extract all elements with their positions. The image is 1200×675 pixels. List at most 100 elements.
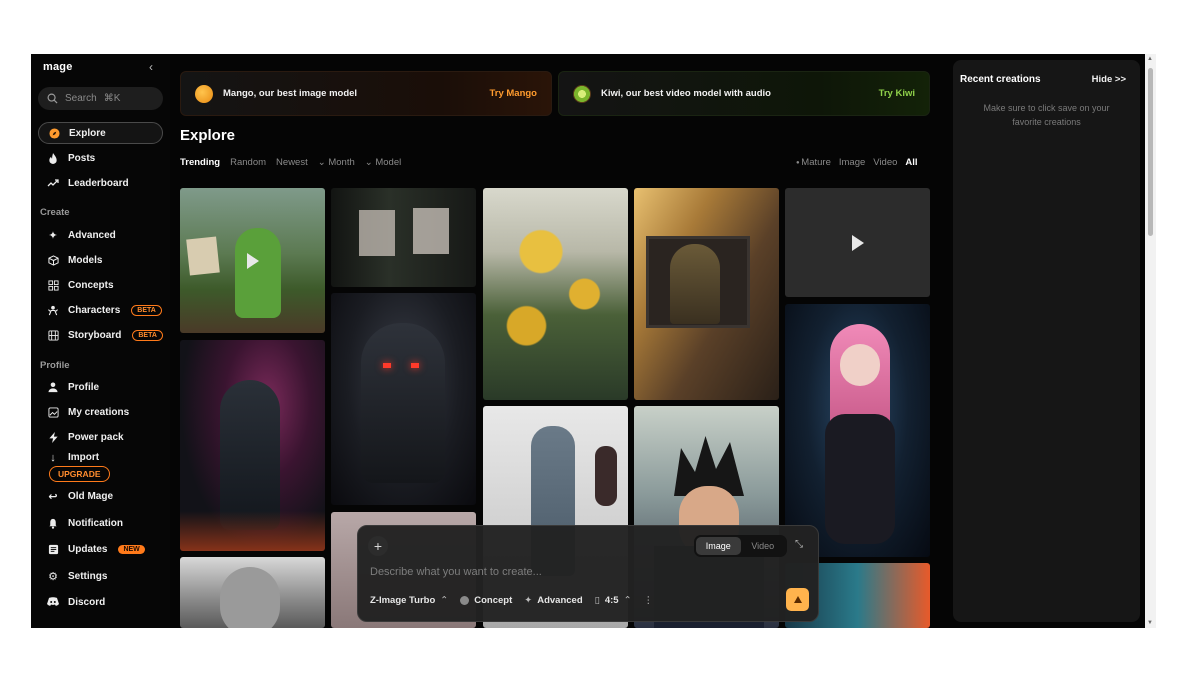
scrollbar-thumb[interactable]	[1148, 68, 1153, 236]
more-options-icon[interactable]: ⋮	[644, 595, 654, 606]
sidebar-item-storyboard[interactable]: Storyboard BETA	[38, 324, 163, 346]
trending-icon	[47, 177, 59, 189]
month-dropdown[interactable]: Month	[318, 157, 354, 168]
sidebar-item-profile[interactable]: Profile	[38, 376, 163, 398]
sidebar-item-power-pack[interactable]: Power pack	[38, 426, 163, 448]
mango-banner[interactable]: Mango, our best image model Try Mango	[180, 71, 552, 116]
download-icon: ↓	[50, 452, 56, 464]
feed-tile[interactable]	[634, 188, 779, 400]
feed-tile[interactable]	[483, 188, 628, 400]
sidebar-item-label: Notification	[68, 517, 123, 529]
sidebar-item-old-mage[interactable]: ↩ Old Mage	[38, 485, 163, 507]
sidebar-item-label: Import	[68, 452, 100, 463]
scrollbar[interactable]: ▲ ▼	[1145, 54, 1156, 628]
concept-button[interactable]: Concept	[460, 595, 512, 606]
sidebar-item-advanced[interactable]: ✦ Advanced	[38, 224, 163, 246]
app-window: mage ‹ Search ⌘K Explore Posts Leaderboa…	[31, 54, 1156, 628]
feed-tile[interactable]	[785, 188, 930, 297]
back-icon: ↩	[48, 490, 58, 503]
sidebar-item-my-creations[interactable]: My creations	[38, 401, 163, 423]
send-button[interactable]	[786, 588, 809, 611]
feed-tile[interactable]	[180, 340, 325, 551]
sidebar-item-discord[interactable]: Discord	[38, 591, 163, 613]
filter-image[interactable]: Image	[839, 157, 865, 168]
characters-icon	[47, 304, 59, 316]
sidebar-item-explore[interactable]: Explore	[38, 122, 163, 144]
list-icon	[47, 543, 59, 555]
model-selector[interactable]: Z-Image Turbo ⌃	[370, 595, 448, 606]
sidebar-item-concepts[interactable]: Concepts	[38, 274, 163, 296]
media-filters: Mature Image Video All	[796, 157, 917, 168]
discord-icon	[47, 596, 59, 608]
sidebar-item-notification[interactable]: Notification	[38, 512, 163, 534]
kiwi-banner[interactable]: Kiwi, our best video model with audio Tr…	[558, 71, 930, 116]
sidebar-item-label: My creations	[68, 406, 130, 418]
sidebar-item-label: Concepts	[68, 279, 114, 291]
tab-trending[interactable]: Trending	[180, 157, 220, 168]
sparkle-icon: ✦	[524, 595, 533, 606]
sidebar-item-characters[interactable]: Characters BETA	[38, 299, 163, 321]
aspect-ratio-selector[interactable]: ▯ 4:5 ⌃	[595, 595, 632, 606]
prompt-input[interactable]: Describe what you want to create...	[370, 566, 542, 578]
advanced-label: Advanced	[537, 595, 583, 606]
section-label-profile: Profile	[40, 360, 70, 371]
beta-badge: BETA	[132, 329, 163, 341]
tab-random[interactable]: Random	[230, 157, 266, 168]
sidebar-item-label: Power pack	[68, 431, 124, 443]
filter-video[interactable]: Video	[873, 157, 897, 168]
ratio-value: 4:5	[604, 595, 619, 606]
image-icon	[47, 406, 59, 418]
flame-icon	[47, 152, 59, 164]
arrow-up-icon	[793, 595, 802, 603]
mature-toggle[interactable]: Mature	[796, 157, 831, 168]
kiwi-banner-text: Kiwi, our best video model with audio	[601, 88, 771, 99]
try-mango-link[interactable]: Try Mango	[489, 88, 537, 99]
scroll-down-icon[interactable]: ▼	[1147, 620, 1153, 626]
collapse-icon[interactable]: ⤡	[795, 539, 803, 550]
feed-tile[interactable]	[785, 304, 930, 557]
sidebar-item-label: Old Mage	[68, 490, 114, 502]
empty-state-message: Make sure to click save on your favorite…	[983, 103, 1110, 127]
new-badge: NEW	[118, 544, 145, 554]
advanced-button[interactable]: ✦ Advanced	[524, 595, 582, 606]
play-icon	[246, 252, 259, 269]
hide-panel-button[interactable]: Hide >>	[1092, 74, 1126, 85]
try-kiwi-link[interactable]: Try Kiwi	[879, 88, 915, 99]
sidebar-item-label: Explore	[69, 127, 106, 139]
sidebar-item-updates[interactable]: Updates NEW	[38, 538, 163, 560]
sidebar-item-label: Discord	[68, 596, 106, 608]
feed-tile[interactable]	[331, 293, 476, 505]
model-dropdown[interactable]: Model	[365, 157, 401, 168]
sidebar-item-label: Posts	[68, 152, 96, 164]
filter-all[interactable]: All	[905, 157, 917, 168]
mango-icon	[195, 84, 213, 103]
mode-image-button[interactable]: Image	[696, 537, 741, 555]
prompt-composer: + Image Video ⤡ Describe what you want t…	[357, 525, 819, 622]
sidebar-item-models[interactable]: Models	[38, 249, 163, 271]
feed-tile[interactable]	[180, 557, 325, 628]
compass-icon	[48, 127, 60, 139]
recent-creations-panel: Recent creations Hide >> Make sure to cl…	[953, 60, 1140, 622]
feed-tile[interactable]	[180, 188, 325, 333]
sidebar-item-import[interactable]: ↓ Import	[38, 452, 163, 466]
tab-newest[interactable]: Newest	[276, 157, 308, 168]
sidebar-item-label: Settings	[68, 570, 108, 582]
mode-video-button[interactable]: Video	[741, 537, 786, 555]
plus-icon[interactable]: +	[368, 536, 388, 556]
search-input[interactable]: Search ⌘K	[38, 87, 163, 110]
grid-icon	[47, 279, 59, 291]
sidebar-item-label: Characters	[68, 304, 121, 316]
scroll-up-icon[interactable]: ▲	[1147, 56, 1153, 62]
sidebar-item-settings[interactable]: ⚙ Settings	[38, 565, 163, 587]
feed-tile[interactable]	[331, 188, 476, 287]
sidebar-item-label: Profile	[68, 381, 100, 393]
sidebar-item-leaderboard[interactable]: Leaderboard	[38, 172, 163, 194]
film-icon	[47, 329, 59, 341]
search-placeholder: Search	[65, 93, 97, 104]
brand-logo[interactable]: mage	[43, 61, 73, 73]
sidebar-item-posts[interactable]: Posts	[38, 147, 163, 169]
concept-dot-icon	[460, 596, 470, 605]
upgrade-button[interactable]: UPGRADE	[49, 466, 110, 482]
recent-creations-title: Recent creations	[960, 74, 1041, 85]
chevron-left-icon[interactable]: ‹	[149, 60, 153, 74]
